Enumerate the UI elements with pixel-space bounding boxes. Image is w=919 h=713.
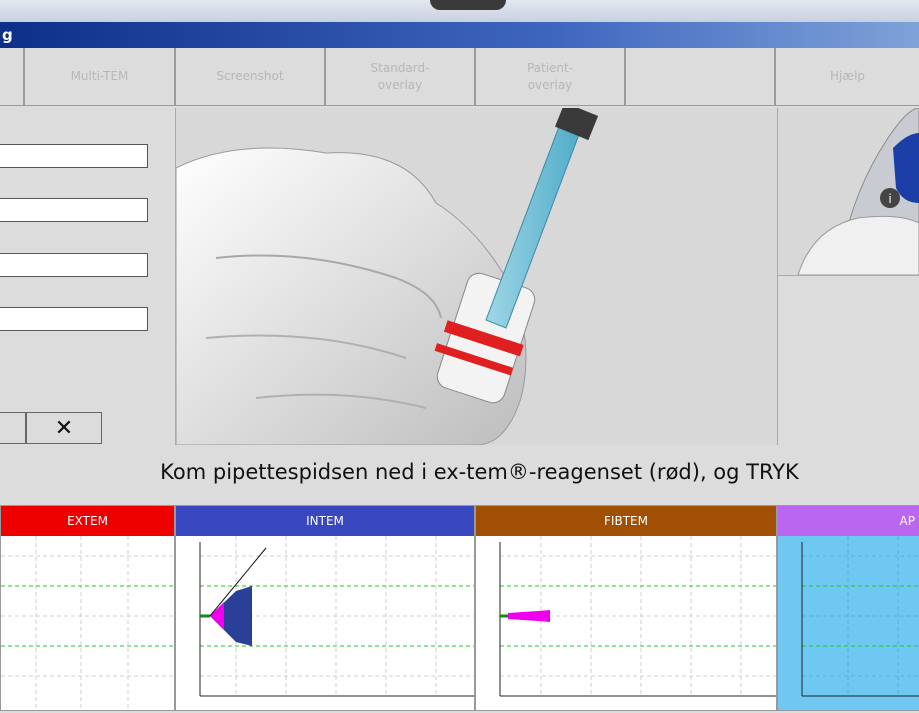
ap-header: AP [778,506,919,536]
sample-info-panel [0,108,175,445]
instruction-text: Kom pipettespidsen ned i ex-tem®-reagens… [160,460,799,484]
gloved-hand-pipette-illustration [176,108,599,445]
ap-chart[interactable]: AP [777,505,919,711]
toolbar: Multi-TEM Screenshot Standard- overlay P… [0,48,919,109]
extem-label: EXTEM [67,514,108,528]
toolbar-button-partial[interactable] [0,48,24,106]
sample-field-1[interactable] [0,144,148,168]
pipette-instruction-image [175,108,778,445]
confirm-button-partial[interactable] [0,412,26,444]
intem-plot [199,536,474,697]
standard-overlay-button[interactable]: Standard- overlay [325,48,475,106]
close-icon: ✕ [54,415,74,441]
intem-label: INTEM [306,514,344,528]
sample-field-4[interactable] [0,307,148,331]
sample-field-3[interactable] [0,253,148,277]
ap-plot [778,536,919,710]
extem-header: EXTEM [1,506,174,536]
window-titlebar: g [0,22,919,48]
empty-toolbar-button[interactable] [625,48,775,106]
handheld-device-illustration: i [797,108,919,275]
device-image: i [778,108,919,276]
fibtem-header: FIBTEM [476,506,776,536]
ap-label: AP [899,514,915,528]
screenshot-button[interactable]: Screenshot [175,48,325,106]
svg-text:i: i [888,192,891,206]
multi-tem-button[interactable]: Multi-TEM [24,48,175,106]
extem-plot [1,536,174,710]
fibtem-chart[interactable]: FIBTEM [475,505,777,711]
extem-chart[interactable]: EXTEM [0,505,175,711]
intem-chart[interactable]: INTEM [175,505,475,711]
patient-overlay-button[interactable]: Patient- overlay [475,48,625,106]
sample-field-2[interactable] [0,198,148,222]
intem-header: INTEM [176,506,474,536]
fibtem-label: FIBTEM [604,514,648,528]
fibtem-plot [499,536,776,697]
cancel-button[interactable]: ✕ [26,412,102,444]
camera-notch [430,0,506,10]
help-button[interactable]: Hjælp [775,48,919,106]
window-title: g [2,26,13,44]
